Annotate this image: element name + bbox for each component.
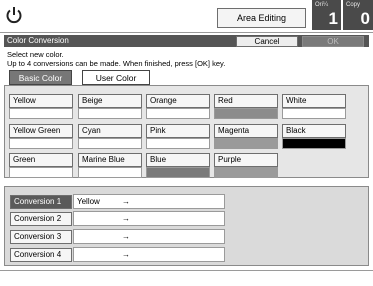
color-swatch bbox=[282, 138, 346, 149]
color-swatch bbox=[78, 167, 142, 178]
copies-counter: Copy 0 bbox=[343, 0, 373, 30]
status-bar bbox=[0, 270, 373, 286]
conversion-4-button[interactable]: Conversion 4 bbox=[10, 248, 72, 262]
color-swatch bbox=[146, 167, 210, 178]
color-swatch bbox=[78, 108, 142, 119]
color-button-white[interactable]: White bbox=[282, 94, 346, 108]
color-button-yellow[interactable]: Yellow bbox=[9, 94, 73, 108]
color-swatch bbox=[146, 138, 210, 149]
conversion-3-field[interactable]: → bbox=[73, 229, 225, 244]
instruction-text: Up to 4 conversions can be made. When fi… bbox=[7, 59, 226, 68]
originals-count: 1 bbox=[328, 9, 338, 28]
color-button-red[interactable]: Red bbox=[214, 94, 278, 108]
color-swatch bbox=[282, 108, 346, 119]
color-button-pink[interactable]: Pink bbox=[146, 124, 210, 138]
power-icon[interactable] bbox=[4, 5, 24, 25]
originals-counter: Ori¼ 1 bbox=[312, 0, 341, 30]
color-swatch bbox=[9, 108, 73, 119]
color-swatch bbox=[9, 138, 73, 149]
color-button-magenta[interactable]: Magenta bbox=[214, 124, 278, 138]
color-button-yellow-green[interactable]: Yellow Green bbox=[9, 124, 73, 138]
copies-count: 0 bbox=[360, 9, 370, 28]
color-button-beige[interactable]: Beige bbox=[78, 94, 142, 108]
conversion-3-button[interactable]: Conversion 3 bbox=[10, 230, 72, 244]
originals-label: Ori¼ bbox=[315, 2, 329, 8]
tab-basic-color[interactable]: Basic Color bbox=[9, 70, 72, 85]
color-swatch bbox=[146, 108, 210, 119]
conversion-2-field[interactable]: → bbox=[73, 211, 225, 226]
color-button-purple[interactable]: Purple bbox=[214, 153, 278, 167]
color-button-cyan[interactable]: Cyan bbox=[78, 124, 142, 138]
color-swatch bbox=[214, 108, 278, 119]
conversion-2-button[interactable]: Conversion 2 bbox=[10, 212, 72, 226]
conversion-1-field[interactable]: Yellow → bbox=[73, 194, 225, 209]
color-button-green[interactable]: Green bbox=[9, 153, 73, 167]
arrow-right-icon: → bbox=[122, 232, 130, 241]
arrow-right-icon: → bbox=[122, 197, 130, 206]
color-button-marine-blue[interactable]: Marine Blue bbox=[78, 153, 142, 167]
copies-label: Copy bbox=[346, 2, 361, 8]
arrow-right-icon: → bbox=[122, 250, 130, 259]
color-swatch bbox=[214, 138, 278, 149]
arrow-right-icon: → bbox=[122, 214, 130, 223]
area-editing-button[interactable]: Area Editing bbox=[217, 8, 306, 28]
instruction-text: Select new color. bbox=[7, 50, 64, 59]
color-swatch bbox=[9, 167, 73, 178]
color-swatch bbox=[78, 138, 142, 149]
color-swatch bbox=[214, 167, 278, 178]
color-button-orange[interactable]: Orange bbox=[146, 94, 210, 108]
color-button-blue[interactable]: Blue bbox=[146, 153, 210, 167]
conversion-from-color: Yellow bbox=[77, 197, 100, 206]
cancel-button[interactable]: Cancel bbox=[236, 36, 298, 47]
tab-user-color[interactable]: User Color bbox=[82, 70, 150, 85]
ok-button[interactable]: OK bbox=[302, 36, 364, 47]
conversion-4-field[interactable]: → bbox=[73, 247, 225, 262]
conversion-1-button[interactable]: Conversion 1 bbox=[10, 195, 72, 209]
color-button-black[interactable]: Black bbox=[282, 124, 346, 138]
